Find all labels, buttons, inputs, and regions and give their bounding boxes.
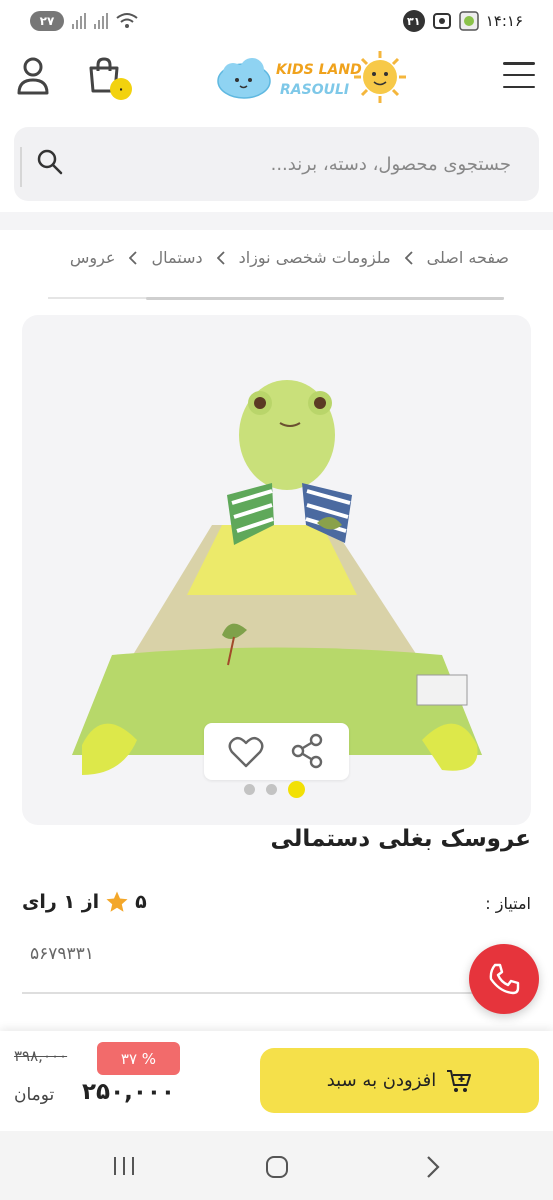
breadcrumb: صفحه اصلی ملزومات شخصی نوزاد دستمال عروس <box>70 248 509 267</box>
gallery-pagination <box>244 781 305 798</box>
product-sku: ۵۶۷۹۳۳۱ <box>30 944 94 964</box>
heart-icon[interactable] <box>228 735 264 769</box>
search-icon[interactable] <box>36 148 64 176</box>
menu-icon-line <box>503 62 535 65</box>
breadcrumb-scroll-thumb[interactable] <box>146 297 504 300</box>
rating-value: ۵ از ۱ رای <box>22 890 147 914</box>
product-actions <box>204 723 349 780</box>
user-icon[interactable] <box>16 56 50 96</box>
signal-icon-2 <box>94 13 108 29</box>
logo-text-2: RASOULI <box>280 82 349 98</box>
product-image <box>72 380 482 775</box>
clock: ۱۴:۱۶ <box>485 12 523 30</box>
status-right: ۳۱ ۱۴:۱۶ <box>402 10 523 32</box>
gallery-dot-active[interactable] <box>288 781 305 798</box>
breadcrumb-item-handkerchief[interactable]: دستمال <box>151 248 202 267</box>
search-input[interactable] <box>91 127 511 201</box>
menu-icon-line <box>503 85 535 88</box>
home-icon[interactable] <box>265 1155 289 1179</box>
breadcrumb-item-home[interactable]: صفحه اصلی <box>427 248 509 267</box>
cart-plus-icon <box>447 1069 472 1092</box>
rating-score: ۵ <box>135 891 147 913</box>
search-bar <box>14 127 539 201</box>
current-price: ۲۵۰,۰۰۰ <box>82 1079 175 1105</box>
phone-icon <box>489 963 520 995</box>
cart-count-badge: ۰ <box>110 78 132 100</box>
notification-badge: ۳۱ <box>402 10 425 32</box>
breadcrumb-item-baby-care[interactable]: ملزومات شخصی نوزاد <box>239 248 391 267</box>
discount-badge: ۳۷ % <box>97 1042 180 1075</box>
menu-button[interactable] <box>503 62 535 88</box>
status-bar: ۲۷ ۳۱ ۱۴:۱۶ <box>0 0 553 40</box>
rating-count: از ۱ رای <box>22 891 100 913</box>
status-left: ۲۷ <box>30 11 138 31</box>
recent-apps-icon[interactable] <box>112 1155 136 1177</box>
star-icon <box>106 891 128 912</box>
back-icon[interactable] <box>424 1155 442 1179</box>
chevron-left-icon <box>216 250 225 265</box>
gallery-dot[interactable] <box>266 784 277 795</box>
divider <box>22 992 528 994</box>
add-to-cart-content: افزودن به سبد <box>260 1048 539 1113</box>
add-to-cart-button[interactable]: افزودن به سبد <box>260 1048 539 1113</box>
screenshot-icon <box>432 13 451 29</box>
gallery-dot[interactable] <box>244 784 255 795</box>
battery-indicator: ۲۷ <box>30 11 64 31</box>
old-price: ۳۹۸,۰۰۰ <box>14 1047 68 1065</box>
add-to-cart-label: افزودن به سبد <box>326 1070 437 1091</box>
header: KIDS LAND RASOULI ۰ <box>0 40 553 114</box>
menu-icon-line <box>503 73 535 77</box>
signal-icon <box>72 13 86 29</box>
purchase-bar: افزودن به سبد ۳۹۸,۰۰۰ ۳۷ % ۲۵۰,۰۰۰ تومان <box>0 1031 553 1131</box>
system-nav-bar <box>0 1131 553 1200</box>
site-logo[interactable]: KIDS LAND RASOULI <box>214 48 410 106</box>
chevron-left-icon <box>129 250 138 265</box>
product-gallery[interactable] <box>22 315 531 825</box>
call-button[interactable] <box>469 944 539 1014</box>
currency-label: تومان <box>14 1085 55 1105</box>
logo-text-1: KIDS LAND <box>276 62 362 78</box>
chevron-left-icon <box>404 250 413 265</box>
app-icon <box>458 11 479 31</box>
share-icon[interactable] <box>290 733 324 769</box>
section-separator <box>0 212 553 230</box>
search-divider <box>20 147 22 187</box>
wifi-icon <box>116 13 138 28</box>
product-title: عروسک بغلی دستمالی <box>270 826 531 852</box>
breadcrumb-item-current: عروس <box>69 248 116 267</box>
cart-button[interactable]: ۰ <box>86 56 132 100</box>
rating-label: امتیاز : <box>485 894 531 913</box>
